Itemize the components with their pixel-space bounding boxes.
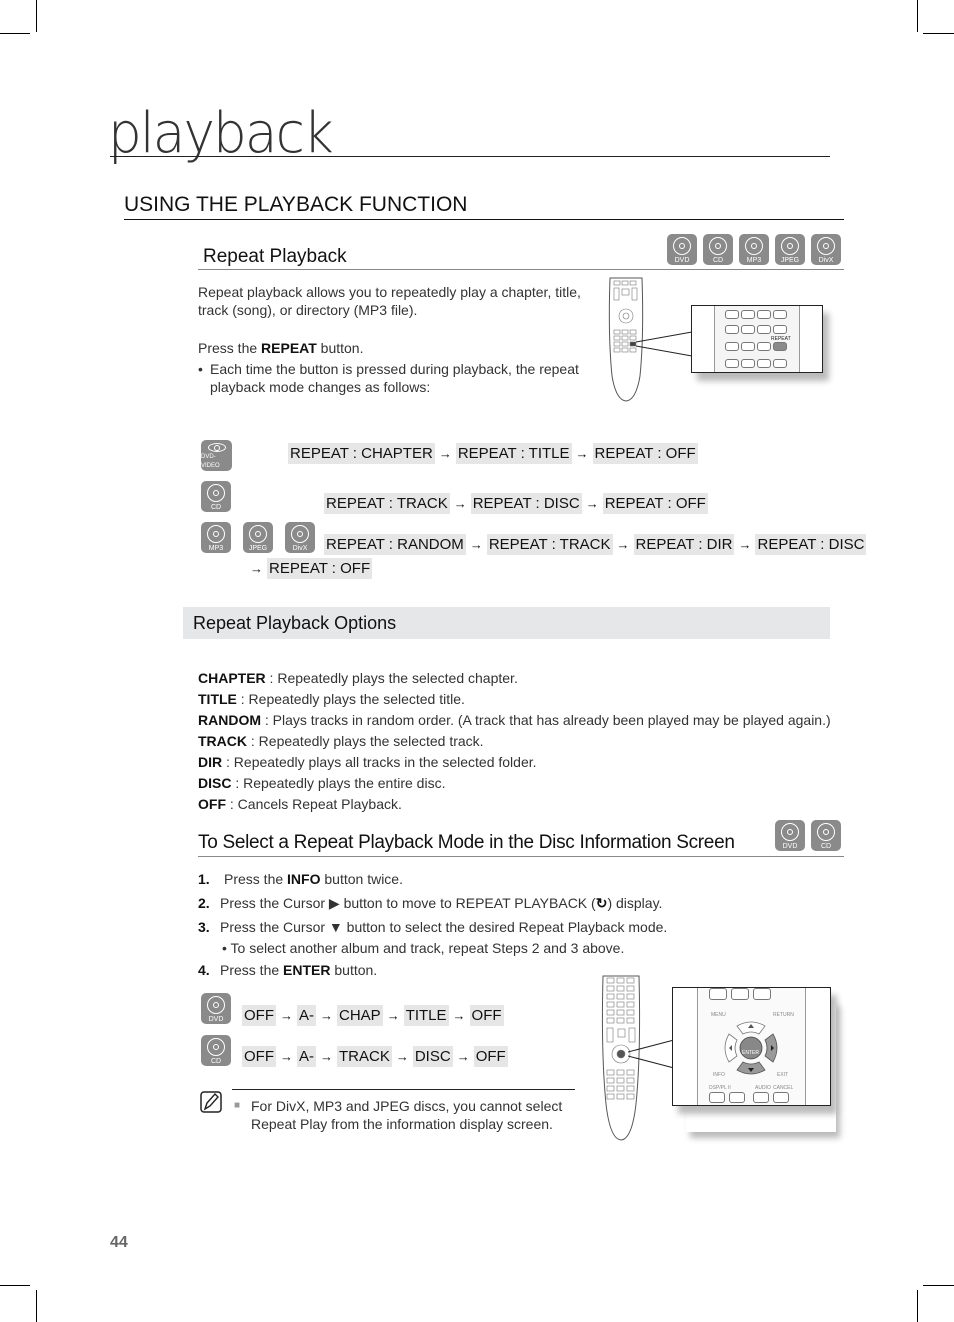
sub-bullet: • To select another album and track, rep… <box>222 940 625 956</box>
subsection-rule <box>198 269 844 270</box>
option-item: RANDOM : Plays tracks in random order. (… <box>198 712 831 728</box>
repeat-flow-dvd: REPEAT : CHAPTER → REPEAT : TITLE → REPEAT… <box>288 443 698 464</box>
option-item: DISC : Repeatedly plays the entire disc. <box>198 775 446 791</box>
callout-line <box>628 1039 675 1069</box>
intro-text: Repeat playback allows you to repeatedly… <box>198 284 581 318</box>
options-header-bar: Repeat Playback Options <box>183 607 830 639</box>
enter-button-label: ENTER <box>742 1050 759 1056</box>
flow-icons-mp3-jpeg-divx: MP3 JPEG DivX <box>201 522 315 553</box>
mp3-disc-icon: MP3 <box>739 234 769 265</box>
bullet-item: • Each time the button is pressed during … <box>198 361 579 395</box>
jpeg-disc-icon: JPEG <box>243 522 273 553</box>
repeat-flow-mp3: REPEAT : RANDOM → REPEAT : TRACK → REPEAT … <box>324 534 867 555</box>
remote-closeup-repeat: REPEAT <box>691 305 823 373</box>
crop-mark <box>923 33 954 34</box>
options-title: Repeat Playback Options <box>193 613 397 633</box>
navigation-pad <box>724 1021 778 1075</box>
flow-icon-dvd: DVD <box>201 993 231 1024</box>
press-repeat-instruction: Press the REPEAT button. <box>198 340 364 356</box>
repeat-flow-cd: REPEAT : TRACK → REPEAT : DISC → REPEAT : … <box>324 493 708 514</box>
info-flow-cd: OFF → A- → TRACK → DISC → OFF <box>242 1046 508 1067</box>
option-item: TITLE : Repeatedly plays the selected ti… <box>198 691 465 707</box>
chapter-title: playback <box>108 101 334 166</box>
repeat-playback-icon: ↻ <box>595 895 608 911</box>
mp3-disc-icon: MP3 <box>201 522 231 553</box>
divx-disc-icon: DivX <box>811 234 841 265</box>
option-item: DIR : Repeatedly plays all tracks in the… <box>198 754 537 770</box>
chapter-rule <box>110 156 830 157</box>
callout-line <box>636 331 693 357</box>
steps-list: 1. Press the INFO button twice. 2. Press t… <box>198 867 667 982</box>
step-item: 1. Press the INFO button twice. <box>198 871 403 887</box>
option-item: CHAPTER : Repeatedly plays the selected … <box>198 670 518 686</box>
cd-disc-icon: CD <box>811 820 841 851</box>
note-rule <box>232 1089 575 1090</box>
step-item: 2. Press the Cursor ▶ button to move to R… <box>198 895 663 911</box>
dvd-video-disc-icon: DVD-VIDEO <box>201 440 232 471</box>
flow-icons-cd: CD <box>201 481 231 512</box>
option-item: OFF : Cancels Repeat Playback. <box>198 796 402 812</box>
jpeg-disc-icon: JPEG <box>775 234 805 265</box>
remote-closeup-enter: MENU RETURN ENTER INFO EXIT DSP/PL II AU… <box>672 987 831 1106</box>
page-number: 44 <box>110 1234 128 1251</box>
divx-disc-icon: DivX <box>285 522 315 553</box>
cd-disc-icon: CD <box>201 481 231 512</box>
repeat-button-highlight <box>773 342 787 351</box>
note-text: ■ For DivX, MP3 and JPEG discs, you cann… <box>234 1098 563 1132</box>
subsection-rule <box>198 856 844 857</box>
disc-icon-row: DVD CD MP3 JPEG DivX <box>667 234 841 265</box>
step-item: 4. Press the ENTER button. <box>198 962 378 978</box>
cd-disc-icon: CD <box>703 234 733 265</box>
crop-mark <box>923 1285 954 1286</box>
disc-info-icons: DVD CD <box>775 820 841 851</box>
repeat-flow-mp3-continued: → REPEAT : OFF <box>250 558 373 579</box>
options-list: CHAPTER : Repeatedly plays the selected … <box>198 668 831 815</box>
section-title: USING THE PLAYBACK FUNCTION <box>124 193 468 216</box>
repeat-playback-title: Repeat Playback <box>203 246 347 267</box>
crop-mark <box>0 1285 30 1286</box>
disc-info-title: To Select a Repeat Playback Mode in the … <box>198 832 735 853</box>
crop-mark <box>917 1290 918 1322</box>
flow-icons-dvd-video: DVD-VIDEO <box>201 440 232 471</box>
step-item: 3. Press the Cursor ▼ button to select th… <box>198 919 668 935</box>
crop-mark <box>36 0 37 32</box>
flow-icon-cd: CD <box>201 1035 231 1066</box>
info-flow-dvd: OFF → A- → CHAP → TITLE → OFF <box>242 1005 504 1026</box>
dvd-disc-icon: DVD <box>667 234 697 265</box>
crop-mark <box>0 33 30 34</box>
crop-mark <box>917 0 918 32</box>
option-item: TRACK : Repeatedly plays the selected tr… <box>198 733 484 749</box>
cd-disc-icon: CD <box>201 1035 231 1066</box>
section-rule <box>124 219 844 220</box>
note-icon <box>199 1090 223 1114</box>
dvd-disc-icon: DVD <box>775 820 805 851</box>
crop-mark <box>36 1290 37 1322</box>
dvd-disc-icon: DVD <box>201 993 231 1024</box>
